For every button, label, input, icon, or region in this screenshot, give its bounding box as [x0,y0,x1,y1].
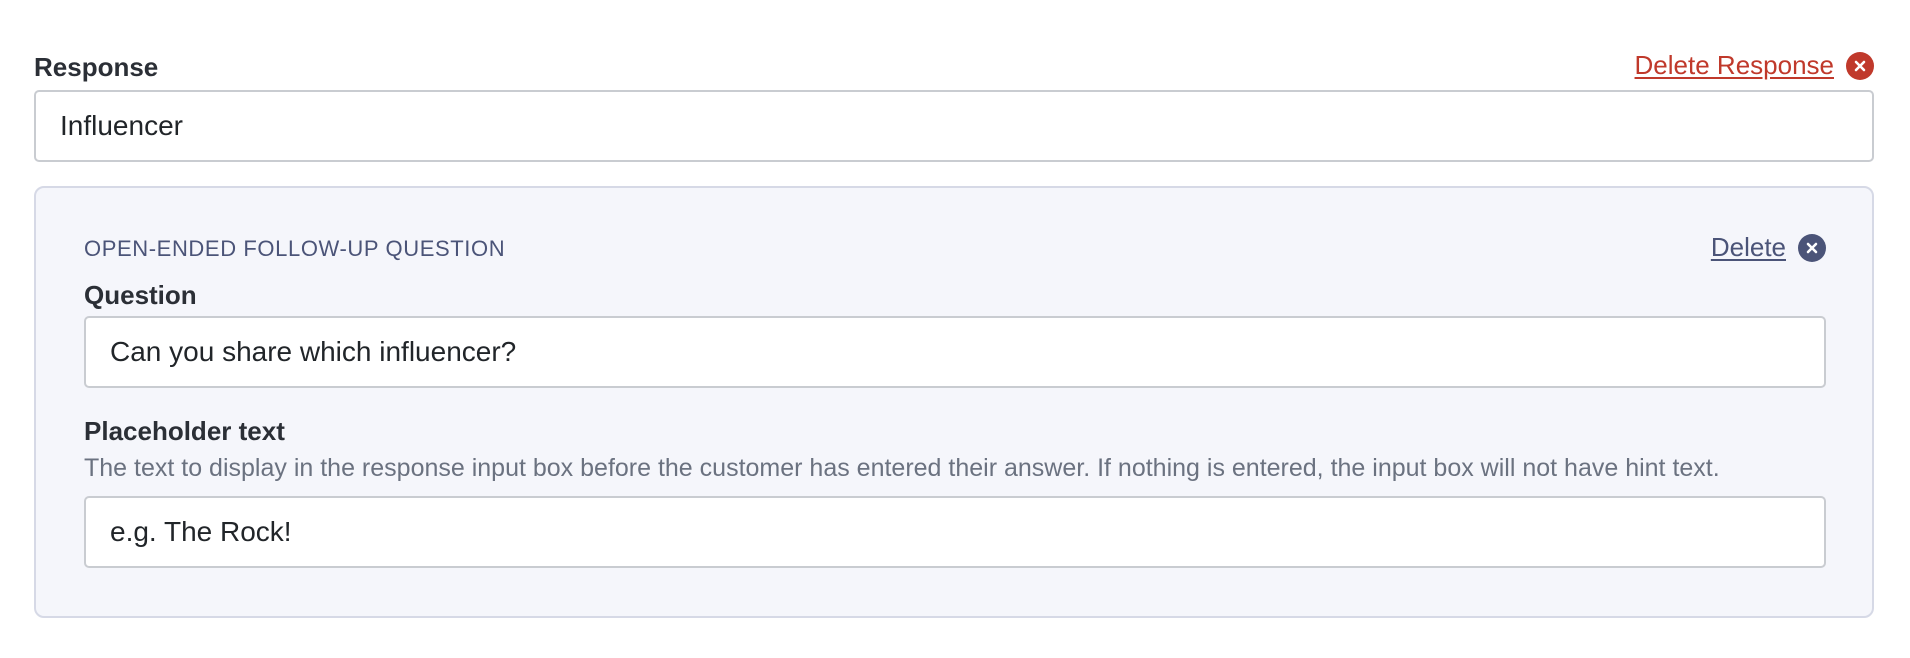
placeholder-text-input[interactable] [84,496,1826,568]
response-input[interactable] [34,90,1874,162]
question-input[interactable] [84,316,1826,388]
placeholder-help-text: The text to display in the response inpu… [84,454,1720,482]
question-label: Question [84,280,197,310]
placeholder-text-label: Placeholder text [84,416,285,446]
response-editor: Response Delete Response OPEN-ENDED FOLL… [0,0,1910,658]
delete-followup-label[interactable]: Delete [1711,232,1786,263]
response-header: Response Delete Response [34,50,1874,86]
close-circle-icon[interactable] [1798,233,1826,262]
followup-question-panel: OPEN-ENDED FOLLOW-UP QUESTION Delete Que… [34,186,1874,618]
delete-followup-button[interactable]: Delete [1711,232,1826,263]
response-label: Response [34,52,159,82]
followup-panel-title: OPEN-ENDED FOLLOW-UP QUESTION [84,236,506,261]
delete-response-button[interactable]: Delete Response [1635,50,1874,81]
followup-panel-header: OPEN-ENDED FOLLOW-UP QUESTION Delete [84,232,1826,266]
delete-response-label[interactable]: Delete Response [1635,50,1834,81]
close-circle-icon[interactable] [1846,51,1874,80]
